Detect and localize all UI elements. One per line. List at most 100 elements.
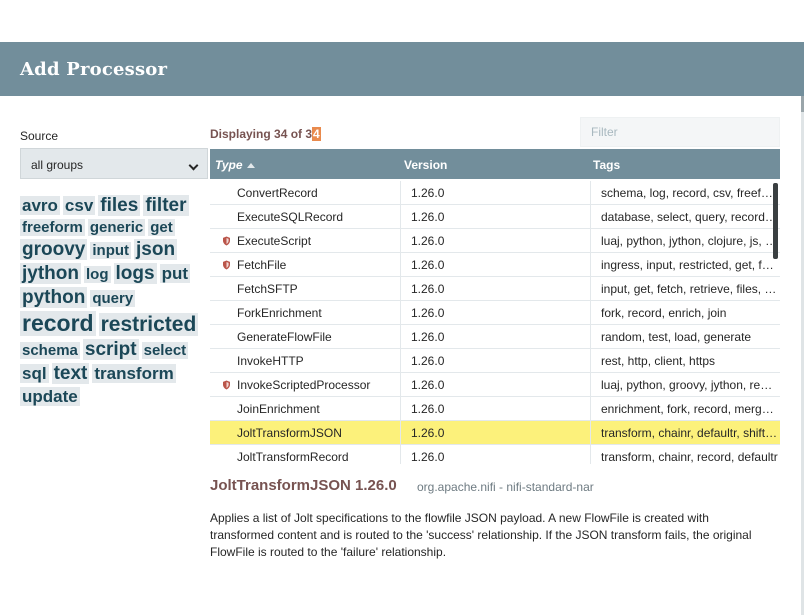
tag-cloud-item[interactable]: log (84, 266, 111, 283)
table-row[interactable]: FetchSFTP 1.26.0 input, get, fetch, retrie… (210, 277, 780, 301)
displaying-count-text: Displaying 34 of 3 (210, 127, 313, 141)
table-row[interactable]: ExecuteScript 1.26.0 luaj, python, jython,… (210, 229, 780, 253)
row-version: 1.26.0 (411, 378, 445, 392)
tag-cloud-item[interactable]: json (134, 239, 178, 260)
filter-input[interactable] (580, 117, 780, 147)
tag-cloud-item[interactable]: avro (20, 196, 60, 215)
column-divider (400, 301, 401, 325)
shield-icon (223, 260, 230, 270)
tag-cloud-item[interactable]: restricted (98, 313, 199, 336)
row-type: InvokeHTTP (237, 354, 304, 368)
tag-cloud-item[interactable]: script (82, 339, 139, 360)
tag-cloud-item[interactable]: input (90, 242, 132, 259)
table-row[interactable]: ConvertRecord 1.26.0 schema, log, record, … (210, 181, 780, 205)
tag-cloud-item[interactable]: schema (20, 342, 80, 359)
tag-cloud-item[interactable]: csv (62, 196, 96, 215)
row-tags: ingress, input, restricted, get, fetch, … (601, 258, 778, 272)
row-tags: input, get, fetch, retrieve, files, sftp (601, 282, 778, 296)
processor-types-grid: Type Version Tags ConvertRecord 1.26.0 sch… (210, 149, 780, 464)
column-divider (590, 181, 591, 205)
displaying-count: Displaying 34 of 34 (210, 127, 321, 141)
row-version: 1.26.0 (411, 354, 445, 368)
shield-icon (223, 236, 230, 246)
table-row[interactable]: JoltTransformJSON 1.26.0 transform, chainr… (210, 421, 780, 445)
row-tags: transform, chainr, defaultr, shiftr, jso… (601, 426, 778, 440)
tag-cloud-item[interactable]: select (141, 342, 189, 359)
column-divider (590, 397, 591, 421)
row-type: FetchSFTP (237, 282, 298, 296)
dialog-title: Add Processor (20, 59, 168, 80)
table-row[interactable]: JoinEnrichment 1.26.0 enrichment, fork, re… (210, 397, 780, 421)
row-tags: enrichment, fork, record, merge, join (601, 402, 778, 416)
sort-ascending-icon (246, 163, 255, 169)
row-type: ConvertRecord (237, 186, 318, 200)
row-type: FetchFile (237, 258, 287, 272)
tag-cloud-item[interactable]: files (98, 195, 141, 216)
tag-cloud-item[interactable]: sql (20, 364, 49, 383)
table-row[interactable]: InvokeHTTP 1.26.0 rest, http, client, http… (210, 349, 780, 373)
grid-rows: ConvertRecord 1.26.0 schema, log, record, … (210, 181, 780, 464)
table-row[interactable]: GenerateFlowFile 1.26.0 random, test, load… (210, 325, 780, 349)
column-divider (400, 421, 401, 445)
row-version: 1.26.0 (411, 330, 445, 344)
column-divider (400, 349, 401, 373)
column-divider (590, 349, 591, 373)
table-row[interactable]: ExecuteSQLRecord 1.26.0 database, select, … (210, 205, 780, 229)
tag-cloud-item[interactable]: groovy (20, 239, 88, 260)
tag-cloud-item[interactable]: python (20, 287, 88, 308)
row-version: 1.26.0 (411, 450, 445, 464)
tag-cloud-item[interactable]: freeform (20, 219, 85, 236)
row-tags: luaj, python, jython, clojure, js, execu… (601, 234, 778, 248)
row-version: 1.26.0 (411, 426, 445, 440)
row-tags: fork, record, enrich, join (601, 306, 727, 320)
row-type: JoltTransformRecord (237, 450, 349, 464)
tag-cloud-item[interactable]: update (20, 387, 80, 406)
table-row[interactable]: FetchFile 1.26.0 ingress, input, restricte… (210, 253, 780, 277)
column-divider (400, 205, 401, 229)
grid-header: Type Version Tags (210, 149, 780, 179)
tag-cloud-item[interactable]: text (51, 363, 90, 384)
column-divider (400, 229, 401, 253)
table-row[interactable]: InvokeScriptedProcessor 1.26.0 luaj, pytho… (210, 373, 780, 397)
table-row[interactable]: JoltTransformRecord 1.26.0 transform, chai… (210, 445, 780, 464)
dialog-header: Add Processor (0, 42, 804, 96)
displaying-count-highlight: 4 (312, 127, 321, 141)
row-tags: random, test, load, generate (601, 330, 752, 344)
column-divider (590, 373, 591, 397)
row-type: InvokeScriptedProcessor (237, 378, 371, 392)
row-type: GenerateFlowFile (237, 330, 332, 344)
tag-cloud-item[interactable]: record (20, 311, 96, 336)
column-divider (590, 301, 591, 325)
column-header-version[interactable]: Version (404, 158, 447, 172)
tag-cloud-item[interactable]: generic (87, 219, 146, 236)
tag-cloud-item[interactable]: transform (92, 364, 176, 383)
selected-processor-description: Applies a list of Jolt specifications to… (210, 511, 752, 559)
column-header-tags[interactable]: Tags (593, 158, 620, 172)
row-tags: database, select, query, record, jdbc, s… (601, 210, 778, 224)
column-header-type[interactable]: Type (215, 158, 255, 172)
column-divider (400, 181, 401, 205)
shield-icon (223, 380, 230, 390)
tag-cloud-item[interactable]: jython (20, 263, 81, 284)
column-divider (590, 325, 591, 349)
tag-cloud-item[interactable]: put (159, 264, 190, 283)
table-row[interactable]: ForkEnrichment 1.26.0 fork, record, enrich… (210, 301, 780, 325)
tag-cloud-item[interactable]: get (148, 219, 175, 236)
source-label: Source (20, 129, 59, 143)
row-tags: luaj, python, groovy, jython, restricted (601, 378, 778, 392)
source-select-value: all groups (31, 158, 84, 172)
column-divider (590, 421, 591, 445)
column-divider (400, 277, 401, 301)
grid-scrollbar-thumb[interactable] (773, 183, 778, 259)
column-divider (400, 445, 401, 464)
column-header-type-label: Type (215, 158, 243, 172)
row-type: ForkEnrichment (237, 306, 322, 320)
column-divider (590, 253, 591, 277)
tag-cloud-item[interactable]: filter (143, 195, 189, 216)
tag-cloud-item[interactable]: query (90, 290, 136, 307)
row-version: 1.26.0 (411, 402, 445, 416)
row-tags: schema, log, record, csv, freeform, gene… (601, 186, 778, 200)
tag-cloud: avro csv files filter freeform generic get groo… (20, 195, 210, 409)
source-group-select[interactable]: all groups (20, 148, 208, 179)
tag-cloud-item[interactable]: logs (113, 263, 157, 284)
